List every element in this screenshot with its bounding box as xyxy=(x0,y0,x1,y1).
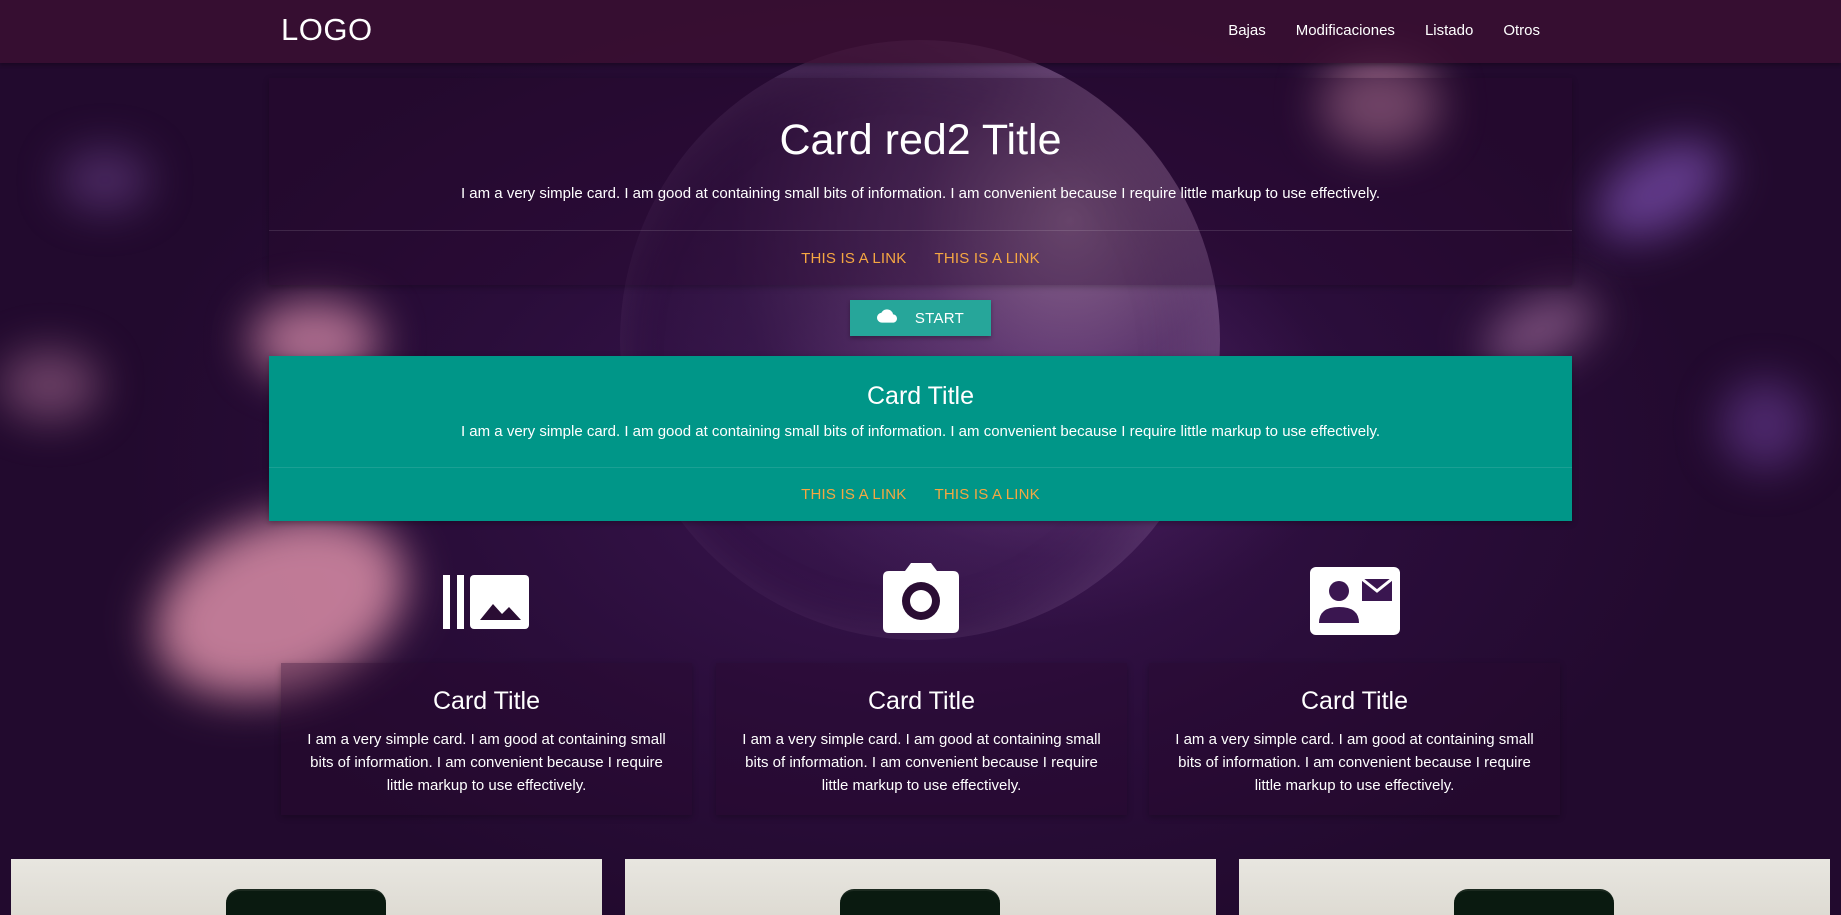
device-image xyxy=(226,889,386,915)
card-title: Card red2 Title xyxy=(779,116,1062,164)
card-title: Card Title xyxy=(1301,687,1408,715)
feature-card: Card Title I am a very simple card. I am… xyxy=(716,663,1127,815)
card-text: I am a very simple card. I am good at co… xyxy=(307,731,666,794)
device-image xyxy=(840,889,1000,915)
nav-links: Bajas Modificaciones Listado Otros xyxy=(1198,22,1540,39)
product-photo xyxy=(1239,859,1830,915)
product-photo xyxy=(625,859,1216,915)
card-title: Card Title xyxy=(433,687,540,715)
logo-link[interactable]: LOGO xyxy=(281,12,373,48)
card-title: Card Title xyxy=(867,382,974,410)
card-action: THIS IS A LINK THIS IS A LINK xyxy=(269,467,1572,521)
start-button-label: START xyxy=(914,309,965,327)
nav-link-listado[interactable]: Listado xyxy=(1425,22,1473,39)
navbar: LOGO Bajas Modificaciones Listado Otros xyxy=(0,0,1841,63)
feature-card: Card Title I am a very simple card. I am… xyxy=(281,663,692,815)
nav-link-modificaciones[interactable]: Modificaciones xyxy=(1296,22,1395,39)
card-link[interactable]: THIS IS A LINK xyxy=(935,486,1040,503)
card-text: I am a very simple card. I am good at co… xyxy=(460,423,1381,440)
product-photo xyxy=(11,859,602,915)
card-text: I am a very simple card. I am good at co… xyxy=(460,185,1381,202)
top-card: Card red2 Title I am a very simple card.… xyxy=(269,78,1572,285)
card-text: I am a very simple card. I am good at co… xyxy=(742,731,1101,794)
card-text: I am a very simple card. I am good at co… xyxy=(1175,731,1534,794)
card-action: THIS IS A LINK THIS IS A LINK xyxy=(269,230,1572,285)
card-title: Card Title xyxy=(868,687,975,715)
card-link[interactable]: THIS IS A LINK xyxy=(801,486,906,503)
device-image xyxy=(1454,889,1614,915)
teal-card: Card Title I am a very simple card. I am… xyxy=(269,356,1572,521)
camera-icon xyxy=(883,563,959,638)
cloud-icon xyxy=(876,309,897,327)
nav-link-otros[interactable]: Otros xyxy=(1503,22,1540,39)
contact-mail-icon xyxy=(1310,567,1400,640)
start-button[interactable]: START xyxy=(850,300,991,336)
card-link[interactable]: THIS IS A LINK xyxy=(935,250,1040,267)
card-link[interactable]: THIS IS A LINK xyxy=(801,250,906,267)
photo-library-icon xyxy=(443,574,529,635)
feature-card: Card Title I am a very simple card. I am… xyxy=(1149,663,1560,815)
nav-link-bajas[interactable]: Bajas xyxy=(1228,22,1266,39)
